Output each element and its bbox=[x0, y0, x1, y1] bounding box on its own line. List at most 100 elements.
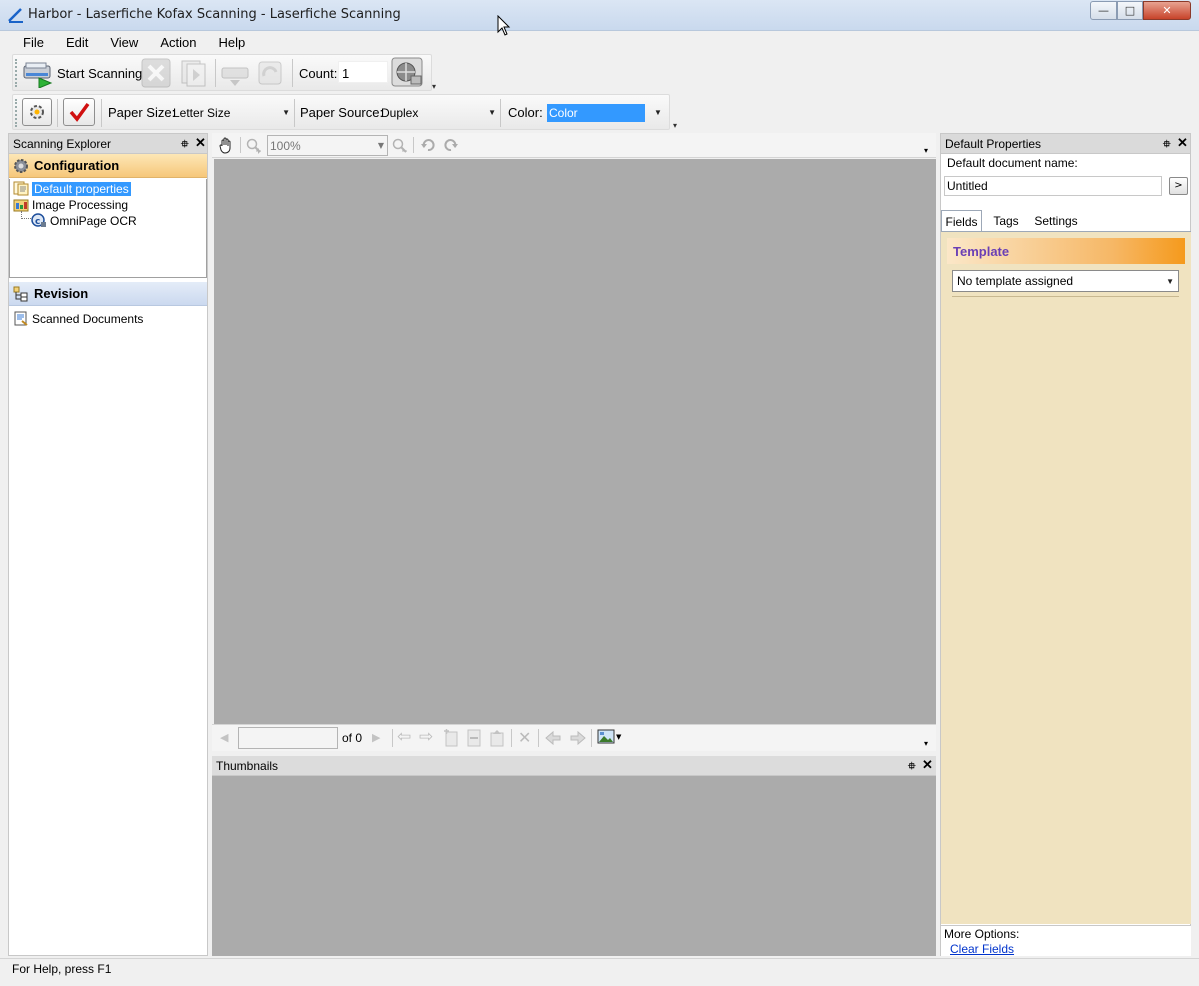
toolbar-overflow-icon[interactable]: ▾ bbox=[924, 146, 928, 155]
menu-help[interactable]: Help bbox=[203, 35, 252, 50]
rescan-button[interactable] bbox=[255, 58, 285, 88]
template-dropdown[interactable]: No template assigned ▼ bbox=[952, 270, 1179, 292]
menu-bar: File Edit View Action Help bbox=[8, 31, 1191, 53]
hand-pan-icon[interactable] bbox=[218, 137, 234, 154]
pin-icon[interactable]: ⯐ bbox=[1163, 137, 1171, 154]
move-page-back-icon[interactable] bbox=[545, 729, 563, 747]
paper-source-value: Duplex bbox=[381, 105, 419, 120]
maximize-button[interactable]: □ bbox=[1117, 1, 1143, 20]
count-input[interactable]: 1 bbox=[338, 61, 388, 83]
configuration-section[interactable]: Configuration bbox=[9, 154, 207, 178]
stop-scan-button[interactable] bbox=[141, 58, 171, 88]
status-text: For Help, press F1 bbox=[12, 962, 112, 976]
toolbar-overflow-icon[interactable]: ▾ bbox=[924, 739, 928, 748]
scanned-documents-label: Scanned Documents bbox=[32, 311, 144, 326]
revision-icon bbox=[13, 286, 28, 301]
menu-edit[interactable]: Edit bbox=[51, 35, 95, 50]
clear-fields-link[interactable]: Clear Fields bbox=[950, 942, 1014, 956]
chevron-down-icon: ▼ bbox=[488, 108, 496, 117]
color-value: Color bbox=[547, 103, 645, 122]
tree-item-default-properties[interactable]: Default properties bbox=[13, 181, 131, 196]
scanner-icon bbox=[23, 62, 53, 88]
close-icon[interactable]: ✕ bbox=[1177, 135, 1188, 151]
chevron-down-icon: ▼ bbox=[616, 733, 622, 741]
globe-scanner-icon bbox=[391, 57, 423, 87]
tab-tags-label: Tags bbox=[993, 214, 1019, 228]
fields-pane bbox=[941, 231, 1191, 924]
paper-source-dropdown[interactable]: Duplex ▼ bbox=[378, 102, 496, 123]
menu-view[interactable]: View bbox=[95, 35, 145, 50]
page-number-input[interactable] bbox=[238, 727, 338, 749]
title-bar: Harbor - Laserfiche Kofax Scanning - Las… bbox=[0, 0, 1199, 31]
gear-icon bbox=[30, 105, 44, 119]
scan-settings-button[interactable] bbox=[220, 58, 250, 88]
menu-action[interactable]: Action bbox=[145, 35, 203, 50]
next-page-icon[interactable]: ▶ bbox=[372, 731, 380, 744]
paper-size-dropdown[interactable]: Letter Size ▼ bbox=[170, 102, 290, 123]
close-button[interactable]: ✕ bbox=[1143, 1, 1191, 20]
tab-fields[interactable]: Fields bbox=[941, 210, 982, 232]
scanner-selector-button[interactable] bbox=[391, 57, 425, 89]
merge-page-icon[interactable] bbox=[489, 729, 505, 747]
tree-connector bbox=[21, 211, 31, 219]
page-count-label: of 0 bbox=[342, 731, 363, 745]
document-name-input[interactable]: Untitled bbox=[944, 176, 1162, 196]
rotate-left-icon[interactable] bbox=[420, 137, 436, 153]
status-bar: For Help, press F1 bbox=[0, 958, 1199, 978]
tab-settings[interactable]: Settings bbox=[1030, 210, 1082, 232]
close-icon: ✕ bbox=[1162, 4, 1172, 17]
document-viewer[interactable] bbox=[214, 159, 936, 724]
tree-item-scanned-documents[interactable]: Scanned Documents bbox=[13, 311, 143, 326]
tree-item-omnipage-ocr[interactable]: c OmniPage OCR bbox=[31, 213, 137, 228]
zoom-out-icon[interactable] bbox=[392, 138, 408, 154]
thumbnails-area[interactable] bbox=[212, 776, 936, 956]
document-name-label: Default document name: bbox=[947, 156, 1078, 170]
chevron-down-icon: ▼ bbox=[377, 141, 384, 150]
move-left-arrow-icon[interactable]: ⇦ bbox=[397, 727, 411, 747]
move-page-forward-icon[interactable] bbox=[568, 729, 586, 747]
close-icon[interactable]: ✕ bbox=[922, 757, 933, 773]
move-right-arrow-icon[interactable]: ⇨ bbox=[419, 727, 433, 747]
zoom-dropdown[interactable]: 100% ▼ bbox=[267, 135, 388, 156]
template-header-label: Template bbox=[953, 243, 1010, 259]
pin-icon[interactable]: ⯐ bbox=[908, 759, 916, 776]
start-scanning-button[interactable]: Start Scanning bbox=[21, 58, 142, 88]
pin-icon[interactable]: ⯐ bbox=[181, 137, 189, 154]
toolbar-separator bbox=[591, 729, 592, 747]
next-page-scan-button[interactable] bbox=[179, 58, 209, 88]
revision-section[interactable]: Revision bbox=[9, 282, 207, 306]
more-options-section: More Options: Clear Fields bbox=[941, 925, 1191, 956]
count-label: Count: bbox=[299, 66, 338, 81]
image-processing-icon bbox=[13, 199, 29, 212]
tab-tags[interactable]: Tags bbox=[986, 210, 1026, 232]
color-dropdown[interactable]: Color ▼ bbox=[547, 102, 663, 123]
toolbar-separator bbox=[500, 99, 501, 127]
image-view-dropdown[interactable]: ▼ bbox=[597, 729, 621, 745]
default-properties-label: Default properties bbox=[32, 181, 131, 196]
toolbar-grip[interactable] bbox=[15, 99, 18, 127]
toolbar-overflow-icon[interactable]: ▾ bbox=[432, 82, 441, 91]
omnipage-ocr-label: OmniPage OCR bbox=[50, 213, 137, 228]
menu-file[interactable]: File bbox=[8, 35, 51, 50]
zoom-value: 100% bbox=[270, 138, 301, 153]
viewer-toolbar: 100% ▼ ▾ bbox=[212, 133, 936, 158]
delete-icon[interactable]: ✕ bbox=[518, 728, 531, 747]
rotate-right-icon[interactable] bbox=[443, 137, 459, 153]
toolbar-grip[interactable] bbox=[15, 59, 18, 87]
apply-settings-button[interactable] bbox=[63, 98, 95, 126]
paper-size-value: Letter Size bbox=[173, 105, 231, 120]
previous-page-icon[interactable]: ◀ bbox=[220, 731, 228, 744]
tree-item-image-processing[interactable]: Image Processing bbox=[13, 197, 128, 212]
minimize-icon: — bbox=[1098, 4, 1109, 17]
paper-source-label: Paper Source: bbox=[300, 105, 384, 120]
insert-page-icon[interactable] bbox=[443, 729, 459, 747]
close-icon[interactable]: ✕ bbox=[195, 135, 206, 151]
color-label: Color: bbox=[508, 105, 543, 120]
toolbar-overflow-icon[interactable]: ▾ bbox=[673, 121, 682, 130]
toolbar-separator bbox=[392, 729, 393, 747]
zoom-in-icon[interactable] bbox=[246, 138, 262, 154]
split-page-icon[interactable] bbox=[466, 729, 482, 747]
scanner-settings-button[interactable] bbox=[22, 98, 52, 126]
document-name-browse-button[interactable]: > bbox=[1169, 177, 1188, 195]
minimize-button[interactable]: — bbox=[1090, 1, 1117, 20]
